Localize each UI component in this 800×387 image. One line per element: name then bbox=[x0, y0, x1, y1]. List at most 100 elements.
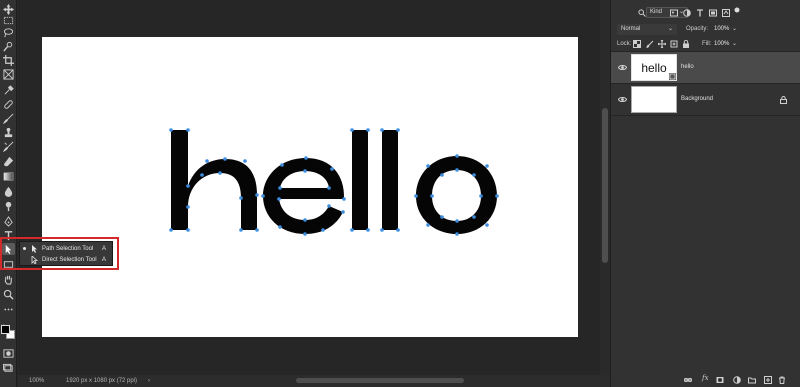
anchor-point[interactable] bbox=[396, 128, 400, 132]
anchor-point[interactable] bbox=[239, 228, 243, 232]
hand-tool-icon[interactable] bbox=[2, 273, 15, 285]
filter-toggle-icon[interactable] bbox=[734, 7, 740, 13]
zoom-level[interactable]: 100% bbox=[29, 378, 44, 384]
vertical-scrollbar[interactable] bbox=[600, 0, 610, 375]
anchor-point[interactable] bbox=[327, 204, 331, 208]
quick-selection-tool-icon[interactable] bbox=[2, 40, 15, 52]
default-colors-icon[interactable] bbox=[0, 316, 6, 329]
anchor-point[interactable] bbox=[278, 225, 282, 229]
horizontal-scroll-thumb[interactable] bbox=[296, 378, 464, 383]
anchor-point[interactable] bbox=[455, 232, 459, 236]
anchor-point[interactable] bbox=[472, 173, 476, 177]
delete-layer-icon[interactable] bbox=[778, 376, 786, 384]
status-arrow[interactable]: › bbox=[148, 378, 150, 384]
link-layers-icon[interactable] bbox=[684, 376, 692, 384]
anchor-point[interactable] bbox=[304, 156, 308, 160]
crop-tool-icon[interactable] bbox=[2, 54, 15, 66]
anchor-point[interactable] bbox=[239, 196, 243, 200]
anchor-point[interactable] bbox=[280, 163, 284, 167]
gradient-tool-icon[interactable] bbox=[2, 170, 15, 182]
lock-transparent-pixels-icon[interactable] bbox=[633, 40, 641, 48]
new-layer-icon[interactable] bbox=[764, 376, 772, 384]
layer-style-fx-icon[interactable]: fx bbox=[702, 374, 709, 382]
anchor-point[interactable] bbox=[303, 232, 307, 236]
anchor-point[interactable] bbox=[261, 194, 265, 198]
anchor-point[interactable] bbox=[321, 228, 325, 232]
anchor-point[interactable] bbox=[455, 168, 459, 172]
layer-filter-select[interactable]: Kind ⌄ bbox=[646, 7, 688, 18]
anchor-point[interactable] bbox=[303, 169, 307, 173]
frame-tool-icon[interactable] bbox=[2, 68, 15, 80]
anchor-point[interactable] bbox=[485, 223, 489, 227]
anchor-point[interactable] bbox=[255, 228, 259, 232]
opacity-value[interactable]: 100% bbox=[714, 26, 729, 32]
anchor-point[interactable] bbox=[455, 154, 459, 158]
lock-position-icon[interactable] bbox=[658, 40, 666, 48]
history-brush-tool-icon[interactable] bbox=[2, 140, 15, 152]
anchor-point[interactable] bbox=[218, 171, 222, 175]
anchor-point[interactable] bbox=[186, 228, 190, 232]
anchor-point[interactable] bbox=[440, 173, 444, 177]
anchor-point[interactable] bbox=[495, 194, 499, 198]
anchor-point[interactable] bbox=[330, 167, 334, 171]
eraser-tool-icon[interactable] bbox=[2, 155, 15, 167]
anchor-point[interactable] bbox=[472, 215, 476, 219]
lock-artboard-icon[interactable] bbox=[670, 40, 678, 48]
blend-mode-select[interactable]: Normal ⌄ bbox=[617, 24, 677, 35]
anchor-point[interactable] bbox=[396, 228, 400, 232]
anchor-point[interactable] bbox=[366, 128, 370, 132]
anchor-point[interactable] bbox=[278, 186, 282, 190]
anchor-point[interactable] bbox=[455, 219, 459, 223]
filter-type-icon[interactable] bbox=[696, 9, 704, 17]
anchor-point[interactable] bbox=[255, 193, 259, 197]
anchor-point[interactable] bbox=[426, 223, 430, 227]
anchor-point[interactable] bbox=[186, 128, 190, 132]
brush-tool-icon[interactable] bbox=[2, 112, 15, 124]
screen-mode-icon[interactable] bbox=[2, 362, 15, 374]
marquee-tool-icon[interactable] bbox=[2, 14, 15, 26]
chevron-down-icon[interactable]: ⌄ bbox=[732, 40, 737, 47]
pen-tool-icon[interactable] bbox=[2, 215, 15, 227]
anchor-point[interactable] bbox=[205, 159, 209, 163]
anchor-point[interactable] bbox=[380, 128, 384, 132]
anchor-point[interactable] bbox=[223, 157, 227, 161]
anchor-point[interactable] bbox=[430, 194, 434, 198]
vertical-scroll-thumb[interactable] bbox=[602, 108, 608, 263]
lasso-tool-icon[interactable] bbox=[2, 26, 15, 38]
anchor-point[interactable] bbox=[169, 128, 173, 132]
zoom-tool-icon[interactable] bbox=[2, 288, 15, 300]
anchor-point[interactable] bbox=[440, 215, 444, 219]
layer-row-hello[interactable]: hello hello bbox=[611, 52, 800, 83]
add-mask-icon[interactable] bbox=[716, 376, 724, 384]
anchor-point[interactable] bbox=[414, 194, 418, 198]
chevron-down-icon[interactable]: ⌄ bbox=[732, 25, 737, 32]
healing-brush-tool-icon[interactable] bbox=[2, 98, 15, 110]
new-group-icon[interactable] bbox=[748, 376, 756, 384]
foreground-color-swatch[interactable] bbox=[1, 325, 10, 334]
filter-pixel-icon[interactable] bbox=[670, 9, 678, 17]
fill-value[interactable]: 100% bbox=[714, 41, 729, 47]
filter-smart-object-icon[interactable] bbox=[722, 9, 730, 17]
anchor-point[interactable] bbox=[341, 210, 345, 214]
quick-mask-icon[interactable] bbox=[2, 347, 15, 359]
eyedropper-tool-icon[interactable] bbox=[2, 84, 15, 96]
layer-name[interactable]: Background bbox=[681, 96, 713, 102]
anchor-point[interactable] bbox=[366, 228, 370, 232]
anchor-point[interactable] bbox=[327, 186, 331, 190]
layer-lock-icon[interactable] bbox=[780, 96, 787, 104]
anchor-point[interactable] bbox=[350, 128, 354, 132]
lock-all-icon[interactable] bbox=[682, 40, 690, 48]
visibility-eye-icon[interactable] bbox=[618, 63, 627, 72]
more-tools-icon[interactable] bbox=[2, 303, 15, 315]
anchor-point[interactable] bbox=[169, 228, 173, 232]
document-canvas[interactable] bbox=[42, 37, 578, 337]
filter-adjustment-icon[interactable] bbox=[683, 9, 691, 17]
anchor-point[interactable] bbox=[426, 164, 430, 168]
filter-shape-icon[interactable] bbox=[709, 9, 717, 17]
anchor-point[interactable] bbox=[200, 173, 204, 177]
dodge-tool-icon[interactable] bbox=[2, 200, 15, 212]
anchor-point[interactable] bbox=[243, 159, 247, 163]
anchor-point[interactable] bbox=[342, 197, 346, 201]
anchor-point[interactable] bbox=[350, 228, 354, 232]
anchor-point[interactable] bbox=[485, 164, 489, 168]
